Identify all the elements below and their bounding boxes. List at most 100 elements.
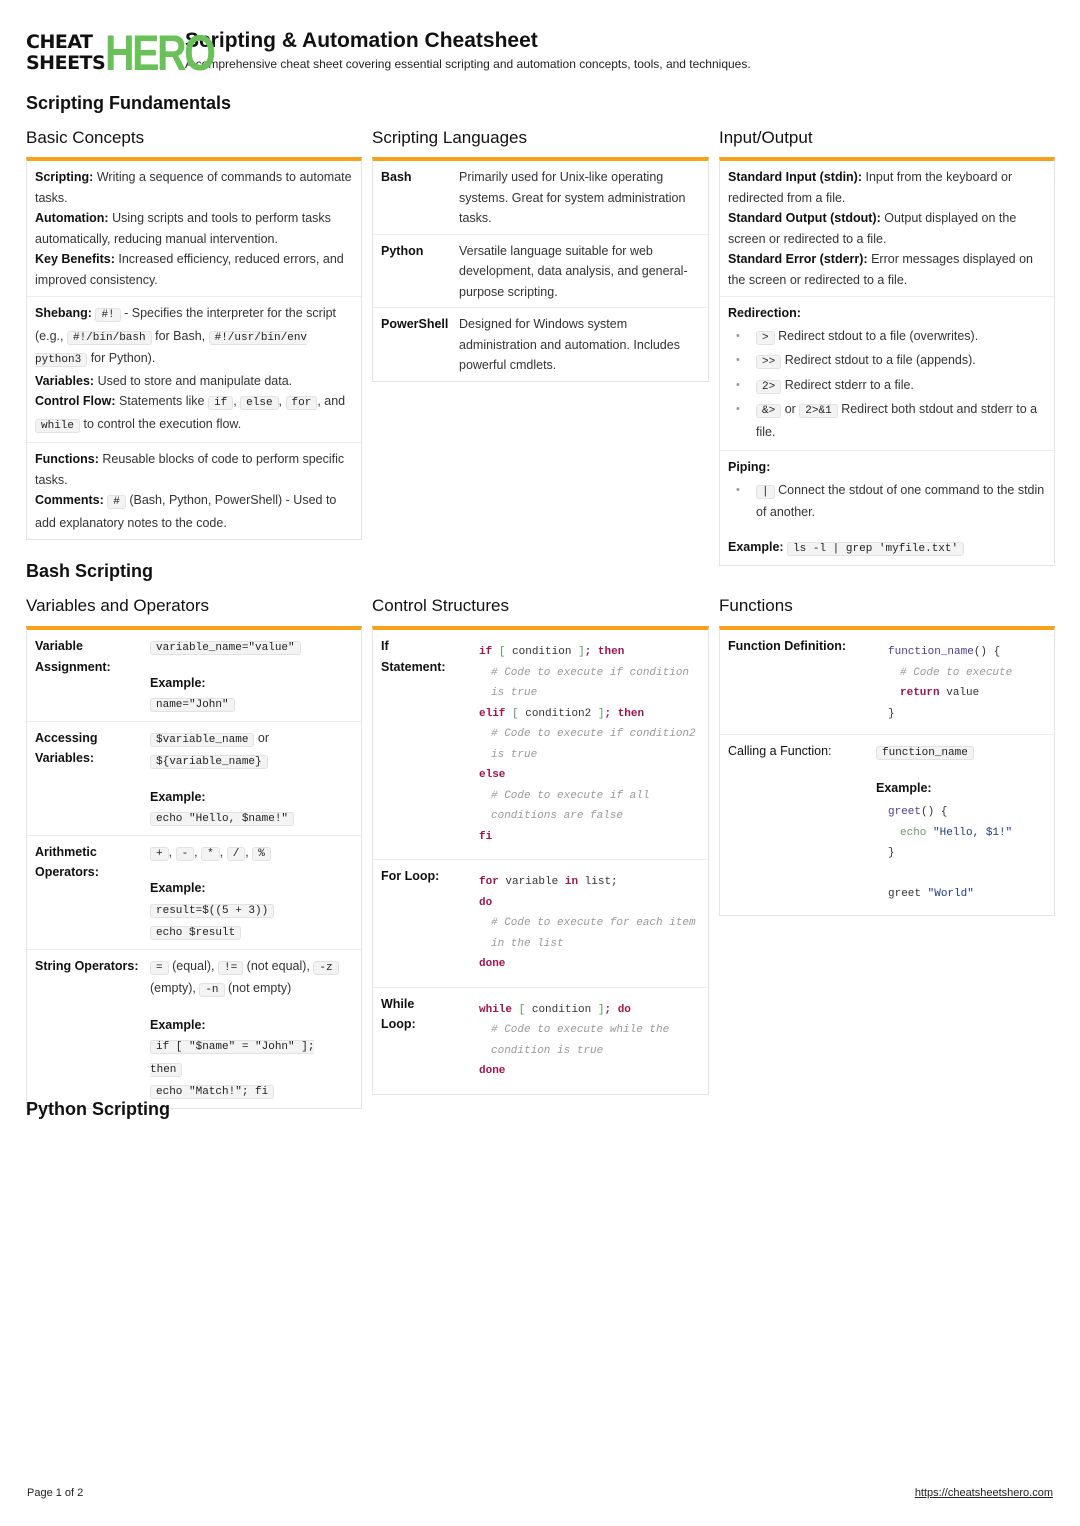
section-title-fundamentals: Scripting Fundamentals [26,93,232,113]
list-item: >> Redirect stdout to a file (appends). [728,350,1045,373]
term-label: Shebang: [35,306,92,320]
code-block-function-definition: function_name() { # Code to execute return… [888,642,1046,724]
table-row: String Operators: = (equal), != (not equ… [27,950,361,1108]
language-desc: Versatile language suitable for web deve… [459,243,688,299]
code-keyword: do [617,1003,631,1016]
item-text: Redirect stdout to a file (appends). [784,353,976,367]
inline-code: * [201,846,220,861]
code-keyword: done [479,1065,506,1077]
inline-code: -n [199,983,225,997]
inline-code: &> [756,404,782,418]
code-keyword: then [597,646,625,658]
term-text: Statements like [119,394,205,408]
inline-code: #! [95,308,121,322]
code-keyword: else [479,769,506,781]
row-label: For Loop: [381,869,440,883]
cheatsheetshero-logo: CHEAT SHEETS HERO [26,28,216,78]
table-row: Bash Primarily used for Unix-like operat… [373,161,708,235]
code-keyword: done [479,958,506,970]
code-text: variable [505,876,559,888]
page-title: Scripting & Automation Cheatsheet [185,29,538,52]
row-label: Variable Assignment: [35,639,111,674]
card-control-structures: If Statement: if [ condition ]; then # Co… [372,626,709,1095]
code-comment: # Code to execute for each item in the l… [491,917,703,950]
inline-code: for [285,396,318,410]
card-basic-concepts: Scripting: Writing a sequence of command… [26,157,362,540]
card-row: Standard Input (stdin): Input from the k… [720,161,1054,297]
code-text: greet [888,888,922,900]
code-function-name: greet [888,806,922,818]
code-text: condition [531,1003,592,1016]
section-title-bash: Bash Scripting [26,561,154,581]
list-item: | Connect the stdout of one command to t… [728,480,1045,523]
text: (empty), [150,981,196,995]
page-header: CHEAT SHEETS HERO Scripting & Automation… [26,28,751,78]
card-row: Piping: | Connect the stdout of one comm… [720,451,1054,565]
list-item: 2> Redirect stderr to a file. [728,375,1045,398]
code-string: "World" [927,888,974,900]
text: (equal), [172,958,215,973]
row-label: Arithmetic Operators: [35,844,99,880]
code-keyword: return [900,687,940,699]
example-label: Example: [876,780,932,795]
inline-code: while [35,418,81,433]
page-number: Page 1 of 2 [27,1487,84,1499]
card-row: Shebang: #! - Specifies the interpreter … [27,297,361,443]
card-functions: Function Definition: function_name() {# … [719,626,1055,916]
example-label: Example: [150,789,206,804]
row-label: While Loop: [381,996,416,1032]
row-label: Function Definition: [728,639,847,653]
inline-code: != [217,960,244,975]
inline-code: # [107,495,126,509]
inline-code: variable_name="value" [150,641,301,655]
inline-code: % [252,846,271,861]
inline-code: echo $result [150,926,242,940]
inline-code: echo "Match!"; fi [150,1085,275,1099]
text: or [257,730,270,745]
code-text: () { [973,646,1001,658]
table-row: Calling a Function: function_name Exampl… [720,735,1054,915]
code-comment: # Code to execute [900,666,1013,679]
code-keyword: if [479,646,493,658]
card-input-output: Standard Input (stdin): Input from the k… [719,157,1055,566]
inline-code: else [240,396,279,410]
inline-code: if [207,396,234,410]
term-label: Standard Input (stdin): [728,170,863,184]
redirection-list: > Redirect stdout to a file (overwrites)… [728,326,1045,443]
table-row: Python Versatile language suitable for w… [373,235,708,308]
item-text: Redirect stderr to a file. [784,377,914,392]
term-text: Used to store and manipulate data. [97,373,293,388]
inline-code: + [150,846,169,861]
code-keyword: while [479,1003,513,1016]
card-title-basic-concepts: Basic Concepts [26,128,145,147]
code-keyword: do [479,896,493,909]
language-name: PowerShell [381,317,449,331]
inline-code: $variable_name [150,732,255,747]
inline-code: > [756,330,775,345]
inline-code: 2>&1 [799,404,838,418]
card-row: Redirection: > Redirect stdout to a file… [720,297,1054,451]
term-text: to control the execution flow. [83,416,242,431]
code-comment: # Code to execute while the condition is… [491,1024,676,1057]
code-block-while: while [ condition ]; do # Code to execute… [479,1000,700,1082]
example-label: Example: [150,881,206,895]
code-text: condition [512,646,572,658]
card-title-scripting-languages: Scripting Languages [372,128,528,147]
code-string: "Hello, $1!" [933,826,1013,839]
row-label: Accessing Variables: [35,730,98,766]
inline-code: function_name [876,746,974,760]
card-title-control-structures: Control Structures [372,596,509,615]
table-row: Function Definition: function_name() { # … [720,630,1054,735]
inline-code: -z [313,960,339,975]
item-text: Connect the stdout of one command to the… [756,482,1045,520]
term-label: Key Benefits: [35,252,115,266]
inline-code: ${variable_name} [150,755,268,769]
inline-code: name="John" [150,698,235,712]
code-function-name: function_name [888,646,974,658]
website-link[interactable]: https://cheatsheetshero.com [915,1487,1053,1499]
term-label: Comments: [35,493,104,507]
page-subtitle: A comprehensive cheat sheet covering ess… [185,57,751,71]
code-text: value [946,687,980,699]
table-row: Accessing Variables: $variable_name or $… [27,722,361,836]
table-row: Arithmetic Operators: +, -, *, /, % Exam… [27,836,361,950]
